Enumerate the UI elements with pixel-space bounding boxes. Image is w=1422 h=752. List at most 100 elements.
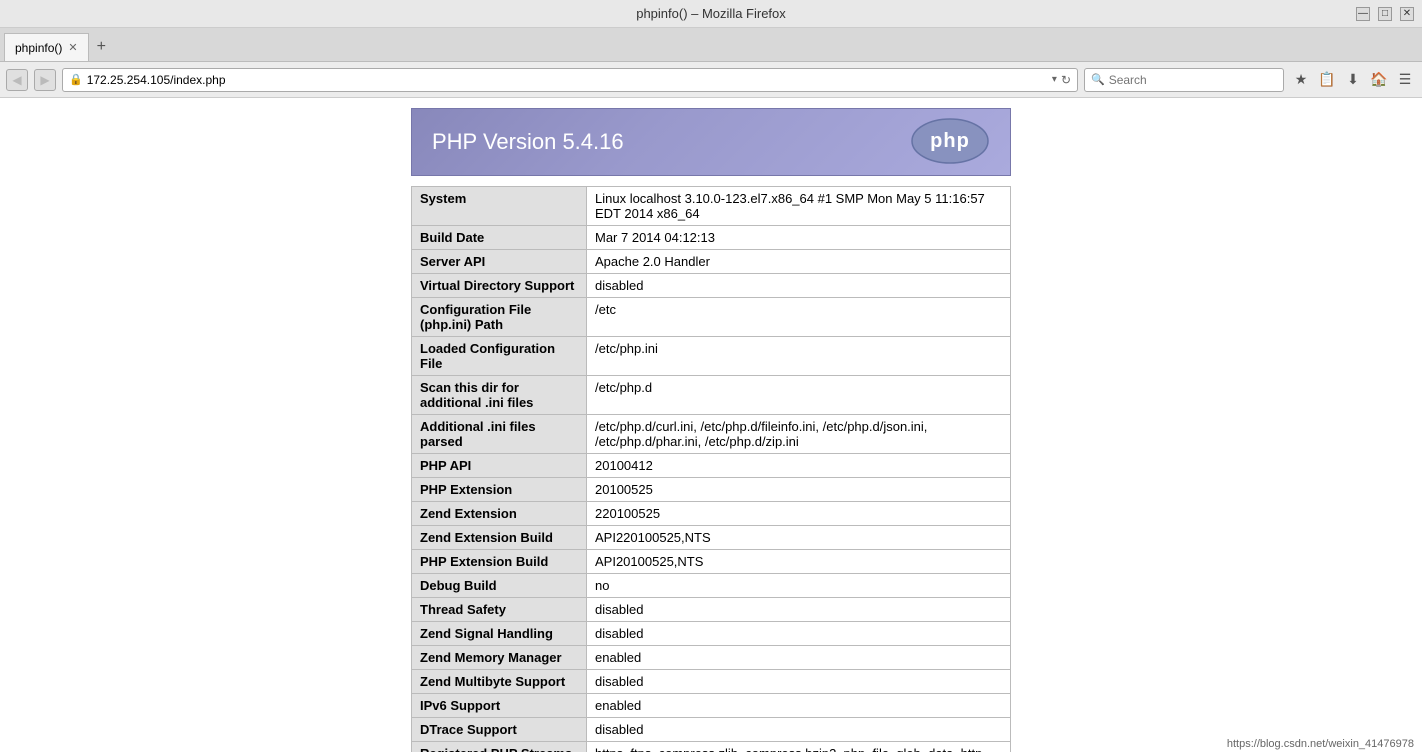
- table-cell-value: 20100412: [587, 454, 1011, 478]
- refresh-icon[interactable]: ↻: [1061, 73, 1071, 87]
- table-row: Zend Multibyte Supportdisabled: [412, 670, 1011, 694]
- bookmarks-star-icon[interactable]: ★: [1290, 69, 1312, 91]
- home-icon[interactable]: 🏠: [1368, 69, 1390, 91]
- table-cell-value: disabled: [587, 274, 1011, 298]
- forward-button[interactable]: ▶: [34, 69, 56, 91]
- table-cell-key: System: [412, 187, 587, 226]
- table-row: Zend Extension220100525: [412, 502, 1011, 526]
- table-row: PHP Extension BuildAPI20100525,NTS: [412, 550, 1011, 574]
- window-title: phpinfo() – Mozilla Firefox: [8, 6, 1414, 21]
- svg-text:php: php: [930, 130, 970, 152]
- table-row: Thread Safetydisabled: [412, 598, 1011, 622]
- table-cell-value: Mar 7 2014 04:12:13: [587, 226, 1011, 250]
- php-header-banner: PHP Version 5.4.16 php: [411, 108, 1011, 176]
- tab-bar: phpinfo() ✕ +: [0, 28, 1422, 62]
- table-row: Virtual Directory Supportdisabled: [412, 274, 1011, 298]
- table-row: Zend Memory Managerenabled: [412, 646, 1011, 670]
- table-cell-value: disabled: [587, 718, 1011, 742]
- search-bar[interactable]: 🔍: [1084, 68, 1284, 92]
- table-cell-key: PHP API: [412, 454, 587, 478]
- tab-close-button[interactable]: ✕: [68, 41, 77, 54]
- bookmark-list-icon[interactable]: 📋: [1316, 69, 1338, 91]
- table-row: IPv6 Supportenabled: [412, 694, 1011, 718]
- titlebar-controls[interactable]: — □ ✕: [1356, 7, 1414, 21]
- table-cell-key: Zend Extension Build: [412, 526, 587, 550]
- status-bar: https://blog.csdn.net/weixin_41476978: [1219, 736, 1422, 752]
- table-cell-value: Apache 2.0 Handler: [587, 250, 1011, 274]
- search-input[interactable]: [1109, 73, 1277, 87]
- table-row: Registered PHP Streamshttps, ftps, compr…: [412, 742, 1011, 752]
- security-icon: 🔒: [69, 73, 83, 86]
- table-cell-value: API220100525,NTS: [587, 526, 1011, 550]
- status-url: https://blog.csdn.net/weixin_41476978: [1227, 738, 1414, 750]
- table-cell-value: enabled: [587, 694, 1011, 718]
- table-cell-key: Build Date: [412, 226, 587, 250]
- table-row: DTrace Supportdisabled: [412, 718, 1011, 742]
- php-version-text: PHP Version 5.4.16: [412, 109, 644, 175]
- nav-icons: ★ 📋 ⬇ 🏠 ☰: [1290, 69, 1416, 91]
- url-input[interactable]: [87, 73, 1048, 87]
- back-button[interactable]: ◀: [6, 69, 28, 91]
- table-cell-value: Linux localhost 3.10.0-123.el7.x86_64 #1…: [587, 187, 1011, 226]
- info-table: SystemLinux localhost 3.10.0-123.el7.x86…: [411, 186, 1011, 752]
- minimize-button[interactable]: —: [1356, 7, 1370, 21]
- table-row: SystemLinux localhost 3.10.0-123.el7.x86…: [412, 187, 1011, 226]
- browser-titlebar: phpinfo() – Mozilla Firefox — □ ✕: [0, 0, 1422, 28]
- table-cell-value: API20100525,NTS: [587, 550, 1011, 574]
- table-cell-value: /etc/php.d: [587, 376, 1011, 415]
- table-cell-key: Zend Extension: [412, 502, 587, 526]
- table-row: PHP Extension20100525: [412, 478, 1011, 502]
- table-row: Build DateMar 7 2014 04:12:13: [412, 226, 1011, 250]
- table-row: Zend Extension BuildAPI220100525,NTS: [412, 526, 1011, 550]
- table-cell-key: Additional .ini files parsed: [412, 415, 587, 454]
- table-row: Server APIApache 2.0 Handler: [412, 250, 1011, 274]
- menu-icon[interactable]: ☰: [1394, 69, 1416, 91]
- table-row: Debug Buildno: [412, 574, 1011, 598]
- table-cell-key: Configuration File (php.ini) Path: [412, 298, 587, 337]
- table-cell-key: Server API: [412, 250, 587, 274]
- table-cell-value: disabled: [587, 622, 1011, 646]
- close-button[interactable]: ✕: [1400, 7, 1414, 21]
- maximize-button[interactable]: □: [1378, 7, 1392, 21]
- table-cell-key: PHP Extension: [412, 478, 587, 502]
- table-cell-value: /etc/php.d/curl.ini, /etc/php.d/fileinfo…: [587, 415, 1011, 454]
- table-cell-value: 220100525: [587, 502, 1011, 526]
- table-cell-value: 20100525: [587, 478, 1011, 502]
- nav-bar: ◀ ▶ 🔒 ▾ ↻ 🔍 ★ 📋 ⬇ 🏠 ☰: [0, 62, 1422, 98]
- table-cell-key: Zend Memory Manager: [412, 646, 587, 670]
- table-cell-key: Zend Signal Handling: [412, 622, 587, 646]
- table-cell-key: Scan this dir for additional .ini files: [412, 376, 587, 415]
- table-row: Additional .ini files parsed/etc/php.d/c…: [412, 415, 1011, 454]
- table-row: Zend Signal Handlingdisabled: [412, 622, 1011, 646]
- table-cell-value: /etc: [587, 298, 1011, 337]
- page-content: PHP Version 5.4.16 php SystemLinux local…: [0, 98, 1422, 752]
- table-row: PHP API20100412: [412, 454, 1011, 478]
- tab-label: phpinfo(): [15, 41, 62, 55]
- search-icon: 🔍: [1091, 73, 1105, 86]
- address-bar[interactable]: 🔒 ▾ ↻: [62, 68, 1078, 92]
- download-icon[interactable]: ⬇: [1342, 69, 1364, 91]
- table-row: Loaded Configuration File/etc/php.ini: [412, 337, 1011, 376]
- table-cell-key: IPv6 Support: [412, 694, 587, 718]
- table-cell-key: Thread Safety: [412, 598, 587, 622]
- table-cell-key: Debug Build: [412, 574, 587, 598]
- table-cell-value: /etc/php.ini: [587, 337, 1011, 376]
- table-cell-value: https, ftps, compress.zlib, compress.bzi…: [587, 742, 1011, 752]
- table-cell-value: enabled: [587, 646, 1011, 670]
- table-row: Scan this dir for additional .ini files/…: [412, 376, 1011, 415]
- tab-phpinfo[interactable]: phpinfo() ✕: [4, 33, 89, 61]
- table-cell-key: Registered PHP Streams: [412, 742, 587, 752]
- table-cell-key: Loaded Configuration File: [412, 337, 587, 376]
- table-cell-key: DTrace Support: [412, 718, 587, 742]
- table-cell-key: PHP Extension Build: [412, 550, 587, 574]
- table-cell-key: Virtual Directory Support: [412, 274, 587, 298]
- content-wrapper: PHP Version 5.4.16 php SystemLinux local…: [411, 108, 1011, 752]
- table-cell-value: disabled: [587, 598, 1011, 622]
- php-logo: php: [910, 116, 990, 169]
- table-cell-key: Zend Multibyte Support: [412, 670, 587, 694]
- table-row: Configuration File (php.ini) Path/etc: [412, 298, 1011, 337]
- new-tab-button[interactable]: +: [89, 33, 114, 61]
- table-cell-value: disabled: [587, 670, 1011, 694]
- table-cell-value: no: [587, 574, 1011, 598]
- address-dropdown-icon[interactable]: ▾: [1052, 74, 1057, 85]
